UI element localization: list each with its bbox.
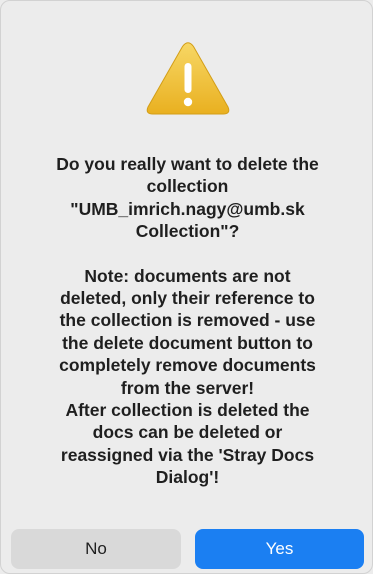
note-line: Dialog'! (155, 467, 220, 488)
note-line: the delete document button to (62, 332, 313, 353)
note-line: Note: documents are not (84, 265, 291, 286)
warning-triangle-icon (145, 41, 231, 117)
question-line: Collection"? (135, 221, 240, 242)
question-line: collection (146, 176, 229, 197)
dialog-message: Do you really want to delete the collect… (19, 153, 356, 489)
yes-button[interactable]: Yes (195, 529, 364, 569)
note-line: reassigned via the 'Stray Docs (60, 444, 315, 465)
note-line: completely remove documents (59, 355, 316, 376)
note-line: After collection is deleted the (65, 400, 310, 421)
note-line: the collection is removed - use (59, 310, 316, 331)
question-line: Do you really want to delete the (56, 154, 319, 174)
note-line: deleted, only their reference to (60, 288, 315, 309)
note-line: from the server! (120, 377, 255, 398)
delete-collection-dialog: Do you really want to delete the collect… (0, 0, 373, 574)
note-line: docs can be deleted or (92, 422, 283, 443)
question-line: "UMB_imrich.nagy@umb.sk (70, 198, 305, 219)
no-button[interactable]: No (11, 529, 181, 569)
